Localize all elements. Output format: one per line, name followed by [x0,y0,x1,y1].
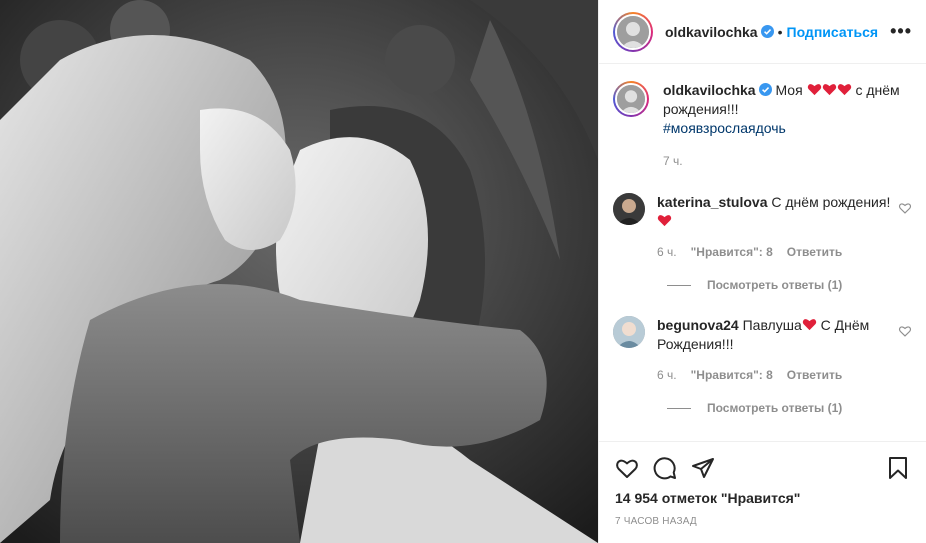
red-heart-emoji-icon [837,84,851,96]
commenter-username[interactable]: katerina_stulova [657,194,768,210]
comment-likes[interactable]: "Нравится": 8 [691,243,773,262]
replies-line [667,407,691,409]
caption-username[interactable]: oldkavilochka [663,82,756,98]
comment-text: С днём рождения! [771,194,891,210]
view-replies-label: Посмотреть ответы (1) [707,401,843,415]
caption-avatar[interactable] [613,81,649,117]
separator-dot: • [777,23,783,40]
comment-item: katerina_stulova С днём рождения! 6 ч. "… [613,193,912,262]
view-replies-button[interactable]: Посмотреть ответы (1) [667,401,912,415]
comment-time[interactable]: 6 ч. [657,366,677,385]
view-replies-button[interactable]: Посмотреть ответы (1) [667,278,912,292]
verified-badge-icon [760,25,774,38]
post-actions: 14 954 отметок "Нравится" 7 ЧАСОВ НАЗАД [599,441,926,527]
caption-time[interactable]: 7 ч. [663,152,683,171]
comment-item: begunova24 Павлуша С Днём Рождения!!! 6 … [613,316,912,385]
comment-bubble-icon[interactable] [653,456,677,480]
photo-image [0,0,598,543]
reply-button[interactable]: Ответить [787,243,842,262]
comment-likes[interactable]: "Нравится": 8 [691,366,773,385]
replies-line [667,284,691,286]
post-side-panel: oldkavilochka • Подписаться ••• oldkavil… [598,0,926,543]
red-heart-emoji-icon [802,319,816,331]
comment-time[interactable]: 6 ч. [657,243,677,262]
caption: oldkavilochka Моя с днём рождения!!! #мо… [613,81,912,171]
verified-badge-icon [758,83,772,96]
author-avatar[interactable] [613,11,653,52]
commenter-username[interactable]: begunova24 [657,317,739,333]
post-photo[interactable] [0,0,598,543]
commenter-avatar[interactable] [613,316,645,348]
comment-text-before: Павлуша [742,317,802,333]
comment-like-heart-icon[interactable] [898,201,912,215]
red-heart-emoji-icon [822,84,836,96]
red-heart-emoji-icon [657,215,672,227]
comment-like-heart-icon[interactable] [898,324,912,338]
red-heart-emoji-icon [807,84,821,96]
comments-list[interactable]: oldkavilochka Моя с днём рождения!!! #мо… [599,65,926,441]
action-icons-row [615,456,910,480]
paper-plane-icon[interactable] [691,456,715,480]
follow-button[interactable]: Подписаться [787,24,879,40]
reply-button[interactable]: Ответить [787,366,842,385]
bookmark-icon[interactable] [886,456,910,480]
author-username[interactable]: oldkavilochka [665,24,758,40]
heart-outline-icon[interactable] [615,456,639,480]
more-options-icon[interactable]: ••• [890,21,912,42]
post-header: oldkavilochka • Подписаться ••• [599,0,926,64]
view-replies-label: Посмотреть ответы (1) [707,278,843,292]
commenter-avatar[interactable] [613,193,645,225]
caption-text-prefix: Моя [775,82,803,98]
likes-count[interactable]: 14 954 отметок "Нравится" [615,490,910,506]
post-timestamp[interactable]: 7 ЧАСОВ НАЗАД [615,516,910,527]
caption-hashtag[interactable]: #моявзрослаядочь [663,120,786,136]
